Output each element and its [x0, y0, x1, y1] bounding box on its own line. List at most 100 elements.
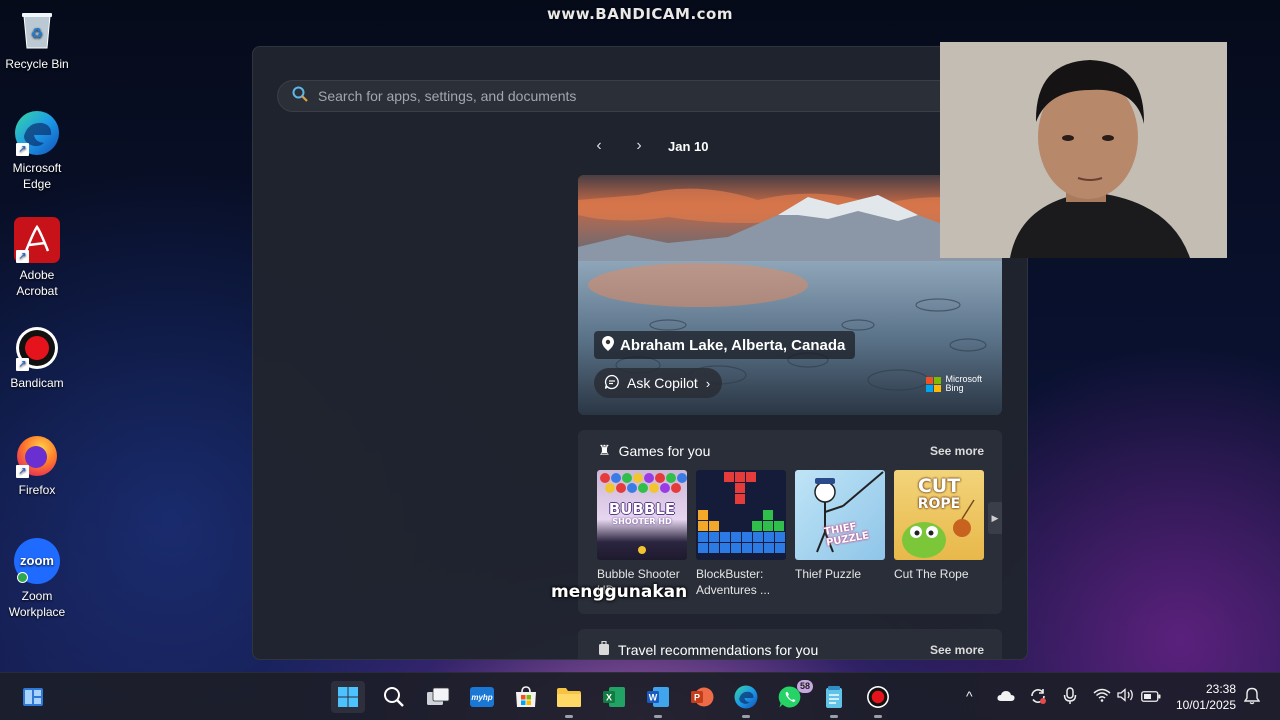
desktop-icon-label: Microsoft Edge — [12, 161, 62, 191]
video-subtitle-caption: menggunakan — [551, 582, 688, 602]
edge-icon — [734, 685, 758, 709]
scroll-right-arrow-icon[interactable]: ▶ — [988, 502, 1002, 534]
bandicam-watermark: www.BANDICAM.com — [546, 5, 733, 23]
svg-text:X: X — [606, 693, 612, 703]
game-logo-subtext: ROPE — [917, 496, 961, 512]
widgets-button[interactable] — [16, 681, 50, 713]
brand-line-2: Bing — [945, 383, 964, 393]
powerpoint-icon: P — [691, 687, 714, 707]
onedrive-cloud-icon[interactable] — [997, 689, 1015, 705]
word-button[interactable]: W — [641, 681, 675, 718]
webcam-overlay — [940, 42, 1227, 258]
task-view-button[interactable] — [421, 681, 455, 713]
search-input[interactable] — [318, 88, 998, 104]
running-indicator — [654, 715, 662, 718]
desktop-icon-label: Firefox — [18, 483, 56, 497]
search-taskbar-button[interactable] — [377, 681, 411, 713]
game-logo-text: CUT — [917, 475, 961, 497]
svg-text:♻: ♻ — [31, 25, 44, 41]
running-indicator — [742, 715, 750, 718]
myhp-icon: myhp — [470, 687, 494, 707]
system-clock[interactable]: 23:38 10/01/2025 — [1176, 681, 1236, 713]
game-tile-blockbuster[interactable]: BlockBuster: Adventures ... — [696, 470, 786, 598]
game-thumbnail — [696, 470, 786, 560]
games-card-title: Games for you — [618, 442, 711, 459]
game-tile-bubble-shooter[interactable]: BUBBLE SHOOTER HD Bubble Shooter HD — [597, 470, 687, 598]
date-navigation: ‹ › Jan 10 — [586, 135, 708, 157]
wifi-icon[interactable] — [1093, 688, 1111, 705]
current-date: Jan 10 — [668, 138, 709, 154]
desktop-icon-recycle-bin[interactable]: ♻ Recycle Bin — [2, 6, 72, 72]
file-explorer-button[interactable] — [552, 681, 586, 718]
clock-date: 10/01/2025 — [1175, 698, 1236, 712]
desktop-icon-firefox[interactable]: ↗ Firefox — [2, 432, 72, 498]
start-menu-panel: ‹ › Jan 10 — [252, 46, 1028, 660]
desktop-icon-bandicam[interactable]: ↗ Bandicam — [2, 325, 72, 391]
edge-icon: ↗ — [14, 110, 60, 156]
shortcut-arrow-icon: ↗ — [16, 250, 29, 263]
desktop-icon-acrobat[interactable]: ↗ Adobe Acrobat — [2, 217, 72, 299]
desktop-icon-edge[interactable]: ↗ Microsoft Edge — [2, 110, 72, 192]
game-thumbnail: THIEF PUZZLE — [795, 470, 885, 560]
notepad-button[interactable] — [817, 681, 851, 718]
game-tile-cut-the-rope[interactable]: CUT ROPE Cut The Rope — [894, 470, 984, 582]
firefox-icon: ↗ — [14, 432, 60, 478]
word-icon: W — [647, 687, 669, 707]
shortcut-arrow-icon: ↗ — [16, 143, 29, 156]
game-thumbnail: BUBBLE SHOOTER HD — [597, 470, 687, 560]
chess-pieces-icon: ♜ — [598, 442, 611, 458]
location-text: Abraham Lake, Alberta, Canada — [620, 336, 846, 354]
excel-button[interactable]: X — [597, 681, 631, 713]
clock-time: 23:38 — [1205, 682, 1236, 696]
game-logo-text: BUBBLE — [608, 500, 676, 518]
spotlight-image-card[interactable]: Abraham Lake, Alberta, Canada Ask Copilo… — [578, 175, 1002, 415]
location-label[interactable]: Abraham Lake, Alberta, Canada — [594, 331, 856, 359]
zoom-icon: zoom — [14, 538, 60, 584]
edge-taskbar-button[interactable] — [729, 681, 763, 718]
game-tile-thief-puzzle[interactable]: THIEF PUZZLE Thief Puzzle — [795, 470, 885, 582]
sync-check-icon — [17, 572, 28, 583]
travel-card-title: Travel recommendations for you — [618, 641, 819, 658]
desktop-icon-label: Recycle Bin — [5, 57, 69, 71]
start-button[interactable] — [331, 681, 365, 713]
search-icon — [384, 687, 404, 707]
desktop-icon-zoom[interactable]: zoom Zoom Workplace — [2, 538, 72, 620]
microsoft-bing-logo: Microsoft Bing — [926, 375, 982, 393]
notifications-bell-icon[interactable] — [1243, 687, 1261, 708]
running-indicator — [830, 715, 838, 718]
ask-copilot-label: Ask Copilot — [627, 375, 698, 391]
bandicam-taskbar-button[interactable] — [861, 681, 895, 718]
whatsapp-button[interactable]: 58 — [773, 680, 813, 713]
myhp-app-button[interactable]: myhp — [465, 681, 499, 713]
task-view-icon — [427, 687, 450, 705]
folder-icon — [557, 688, 581, 707]
battery-icon[interactable] — [1141, 689, 1161, 705]
games-see-more-link[interactable]: See more — [930, 444, 984, 458]
game-name: BlockBuster: Adventures ... — [696, 567, 771, 597]
sync-update-icon[interactable] — [1029, 687, 1047, 708]
show-hidden-icons-chevron-icon[interactable]: ^ — [966, 688, 973, 704]
microsoft-store-button[interactable] — [509, 681, 543, 713]
game-name: Cut The Rope — [894, 567, 969, 581]
bandicam-icon — [867, 686, 889, 708]
microphone-icon[interactable] — [1063, 687, 1077, 708]
volume-icon[interactable] — [1117, 688, 1135, 705]
game-name: Thief Puzzle — [795, 567, 862, 581]
recycle-bin-icon: ♻ — [14, 6, 60, 52]
game-logo-subtext: SHOOTER HD — [612, 517, 672, 526]
previous-day-chevron-icon[interactable]: ‹ — [586, 137, 612, 155]
search-bar[interactable] — [277, 80, 1004, 112]
next-day-chevron-icon[interactable]: › — [626, 137, 652, 155]
svg-text:P: P — [694, 693, 700, 703]
bandicam-icon: ↗ — [14, 325, 60, 371]
suitcase-icon — [598, 640, 610, 658]
shortcut-arrow-icon: ↗ — [16, 465, 29, 478]
ask-copilot-button[interactable]: Ask Copilot › — [594, 368, 723, 398]
widgets-icon — [23, 688, 43, 706]
desktop-icon-label: Adobe Acrobat — [16, 268, 58, 298]
chat-bubble-icon — [604, 374, 620, 393]
travel-see-more-link[interactable]: See more — [930, 643, 984, 657]
powerpoint-button[interactable]: P — [685, 681, 719, 713]
game-thumbnail: CUT ROPE — [894, 470, 984, 560]
microsoft-store-icon — [516, 686, 536, 707]
